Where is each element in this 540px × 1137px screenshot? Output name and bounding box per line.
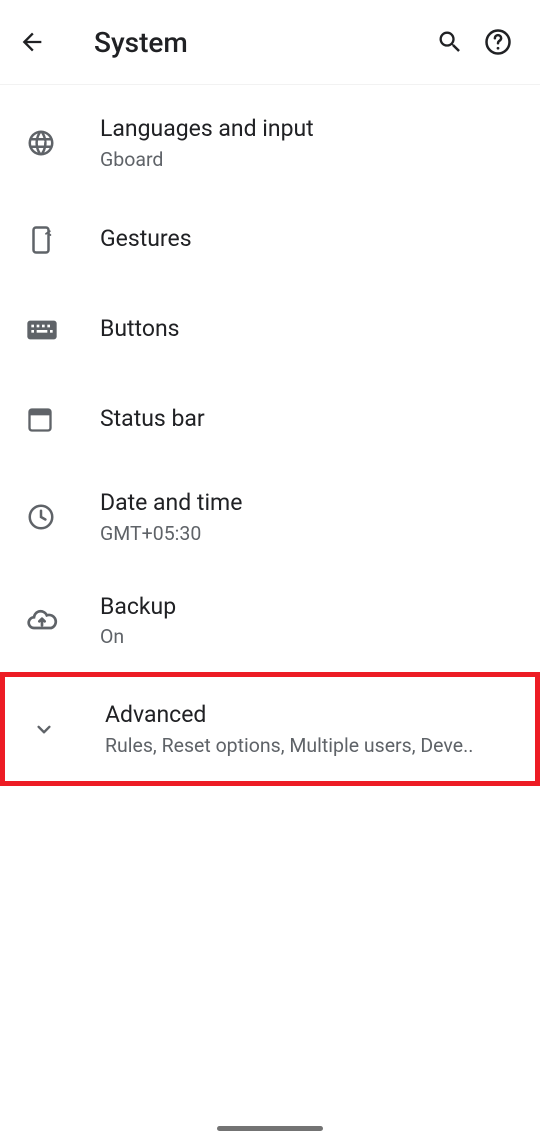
statusbar-icon xyxy=(26,406,54,434)
arrow-back-icon xyxy=(18,28,46,56)
back-button[interactable] xyxy=(18,28,58,56)
navigation-handle[interactable] xyxy=(217,1126,323,1131)
item-label: Buttons xyxy=(100,315,522,344)
item-date-and-time[interactable]: Date and time GMT+05:30 xyxy=(0,465,540,569)
clock-icon xyxy=(26,502,56,532)
item-label: Date and time xyxy=(100,489,522,518)
item-sub: GMT+05:30 xyxy=(100,522,522,545)
gestures-icon xyxy=(26,225,56,255)
item-sub: On xyxy=(100,625,522,648)
help-icon xyxy=(483,27,513,57)
item-label: Advanced xyxy=(105,701,517,730)
search-icon xyxy=(436,28,464,56)
page-title: System xyxy=(94,26,426,59)
item-label: Gestures xyxy=(100,225,522,254)
item-buttons[interactable]: Buttons xyxy=(0,285,540,375)
chevron-down-icon xyxy=(31,716,57,742)
settings-list: Languages and input Gboard Gestures xyxy=(0,85,540,786)
help-button[interactable] xyxy=(474,18,522,66)
item-sub: Rules, Reset options, Multiple users, De… xyxy=(105,734,517,757)
item-status-bar[interactable]: Status bar xyxy=(0,375,540,465)
item-label: Backup xyxy=(100,593,522,622)
item-sub: Gboard xyxy=(100,148,522,171)
keyboard-icon xyxy=(26,319,58,341)
app-bar: System xyxy=(0,0,540,85)
item-languages-and-input[interactable]: Languages and input Gboard xyxy=(0,91,540,195)
cloud-upload-icon xyxy=(26,604,58,636)
item-label: Languages and input xyxy=(100,115,522,144)
item-backup[interactable]: Backup On xyxy=(0,569,540,673)
item-label: Status bar xyxy=(100,405,522,434)
item-advanced[interactable]: Advanced Rules, Reset options, Multiple … xyxy=(0,672,540,786)
globe-icon xyxy=(26,128,56,158)
item-gestures[interactable]: Gestures xyxy=(0,195,540,285)
search-button[interactable] xyxy=(426,18,474,66)
